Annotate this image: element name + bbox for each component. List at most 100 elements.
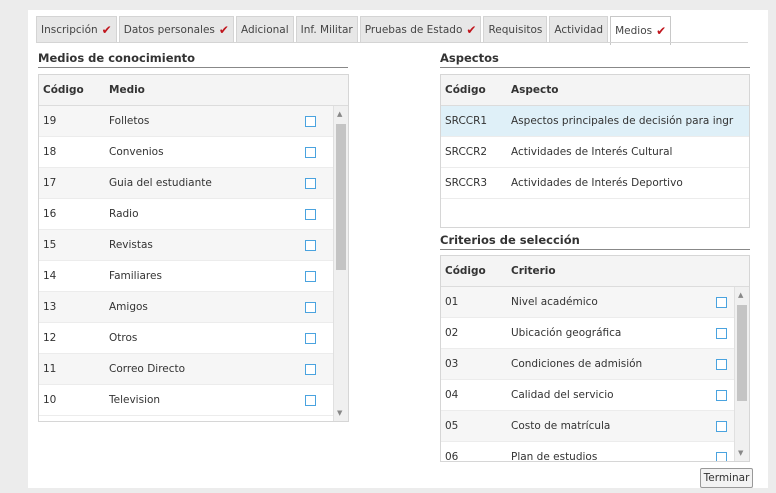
tab-label: Datos personales — [123, 23, 215, 36]
table-row[interactable]: 19 Folletos — [39, 106, 348, 137]
aspectos-rows: SRCCR1 Aspectos principales de decisión p… — [441, 106, 749, 199]
checkbox[interactable] — [716, 327, 727, 339]
criterios-header: Código Criterio — [441, 256, 749, 287]
row-code: 17 — [43, 177, 57, 189]
row-code: 12 — [43, 332, 57, 344]
row-code: 10 — [43, 394, 57, 406]
table-row[interactable]: 14 Familiares — [39, 261, 348, 292]
scroll-up-icon[interactable]: ▲ — [738, 291, 743, 299]
row-code: SRCCR2 — [445, 146, 488, 158]
table-row[interactable]: 17 Guia del estudiante — [39, 168, 348, 199]
tab-label: Requisitos — [488, 23, 543, 36]
checkbox[interactable] — [716, 358, 727, 370]
row-code: 04 — [445, 389, 459, 401]
table-row[interactable]: 05 Costo de matrícula — [441, 411, 749, 442]
row-name: Costo de matrícula — [511, 420, 611, 432]
table-row[interactable]: 18 Convenios — [39, 137, 348, 168]
col-code-header[interactable]: Código — [441, 84, 511, 96]
tab-datos-personales[interactable]: Datos personales ✔ — [118, 16, 234, 42]
criterios-scrollbar[interactable]: ▲ ▼ — [734, 287, 749, 461]
check-icon: ✔ — [218, 22, 229, 37]
tab-label: Pruebas de Estado — [364, 23, 463, 36]
table-row[interactable]: SRCCR2 Actividades de Interés Cultural — [441, 137, 749, 168]
col-code-header[interactable]: Código — [39, 84, 109, 96]
table-row[interactable]: 12 Otros — [39, 323, 348, 354]
col-name-header[interactable]: Aspecto — [511, 84, 558, 96]
checkbox[interactable] — [305, 208, 316, 220]
tab-label: Medios — [615, 25, 653, 37]
tab-divider — [36, 42, 748, 43]
row-name: Plan de estudios — [511, 451, 598, 462]
table-row[interactable]: 10 Television — [39, 385, 348, 416]
checkbox[interactable] — [305, 177, 316, 189]
scroll-thumb[interactable] — [737, 305, 747, 401]
checkbox[interactable] — [716, 420, 727, 432]
row-name: Nivel académico — [511, 296, 598, 308]
checkbox[interactable] — [305, 332, 316, 344]
table-row[interactable]: SRCCR3 Actividades de Interés Deportivo — [441, 168, 749, 199]
row-name: Familiares — [109, 270, 162, 282]
medios-rows: 19 Folletos 18 Convenios 17 Guia del estudi… — [39, 106, 348, 416]
row-name: Condiciones de admisión — [511, 358, 643, 370]
table-row[interactable]: 03 Condiciones de admisión — [441, 349, 749, 380]
finish-button[interactable]: Terminar — [700, 468, 753, 488]
row-code: 16 — [43, 208, 57, 220]
row-code: SRCCR1 — [445, 115, 488, 127]
table-row[interactable]: 01 Nivel académico — [441, 287, 749, 318]
checkbox[interactable] — [716, 296, 727, 308]
row-code: 15 — [43, 239, 57, 251]
scroll-up-icon[interactable]: ▲ — [337, 110, 342, 118]
row-name: Convenios — [109, 146, 164, 158]
table-row[interactable]: 15 Revistas — [39, 230, 348, 261]
col-code-header[interactable]: Código — [441, 265, 511, 277]
table-row[interactable]: 06 Plan de estudios — [441, 442, 749, 462]
row-code: 13 — [43, 301, 57, 313]
row-name: Otros — [109, 332, 138, 344]
tab-pruebas-de-estado[interactable]: Pruebas de Estado ✔ — [359, 16, 482, 42]
table-row[interactable]: 11 Correo Directo — [39, 354, 348, 385]
criterios-rows: 01 Nivel académico 02 Ubicación geográfica… — [441, 287, 749, 462]
row-code: 01 — [445, 296, 459, 308]
table-row[interactable]: 16 Radio — [39, 199, 348, 230]
table-row[interactable]: 02 Ubicación geográfica — [441, 318, 749, 349]
row-name: Folletos — [109, 115, 150, 127]
checkbox[interactable] — [716, 389, 727, 401]
checkbox[interactable] — [305, 239, 316, 251]
scroll-down-icon[interactable]: ▼ — [337, 409, 342, 417]
checkbox[interactable] — [716, 451, 727, 461]
tab-label: Inscripción — [41, 23, 98, 36]
check-icon: ✔ — [101, 22, 112, 37]
tab-inscripcion[interactable]: Inscripción ✔ — [36, 16, 117, 42]
checkbox[interactable] — [305, 363, 316, 375]
checkbox[interactable] — [305, 301, 316, 313]
checkbox[interactable] — [305, 270, 316, 282]
col-name-header[interactable]: Criterio — [511, 265, 556, 277]
criterios-grid: Código Criterio 01 Nivel académico 02 Ubic… — [440, 255, 750, 462]
medios-scrollbar[interactable]: ▲ ▼ — [333, 106, 348, 421]
tab-bar: Inscripción ✔ Datos personales ✔ Adicional… — [36, 16, 673, 45]
col-name-header[interactable]: Medio — [109, 84, 299, 96]
scroll-thumb[interactable] — [336, 124, 346, 270]
tab-label: Adicional — [240, 23, 289, 36]
row-code: 02 — [445, 327, 459, 339]
criterios-title: Criterios de selección — [440, 233, 750, 250]
tab-adicional[interactable]: Adicional — [235, 16, 294, 42]
table-row[interactable]: 04 Calidad del servicio — [441, 380, 749, 411]
tab-requisitos[interactable]: Requisitos — [483, 16, 548, 42]
aspectos-title: Aspectos — [440, 51, 750, 68]
row-code: 18 — [43, 146, 57, 158]
tab-medios[interactable]: Medios ✔ — [610, 16, 672, 45]
row-name: Amigos — [109, 301, 148, 313]
row-name: Aspectos principales de decisión para in… — [511, 115, 734, 127]
checkbox[interactable] — [305, 146, 316, 158]
checkbox[interactable] — [305, 394, 316, 406]
checkbox[interactable] — [305, 115, 316, 127]
aspectos-grid: Código Aspecto SRCCR1 Aspectos principale… — [440, 74, 750, 228]
scroll-down-icon[interactable]: ▼ — [738, 449, 743, 457]
row-code: 19 — [43, 115, 57, 127]
table-row[interactable]: 13 Amigos — [39, 292, 348, 323]
row-name: Radio — [109, 208, 139, 220]
table-row[interactable]: SRCCR1 Aspectos principales de decisión p… — [441, 106, 749, 137]
tab-actividad[interactable]: Actividad — [549, 16, 609, 42]
tab-inf-militar[interactable]: Inf. Militar — [295, 16, 358, 42]
